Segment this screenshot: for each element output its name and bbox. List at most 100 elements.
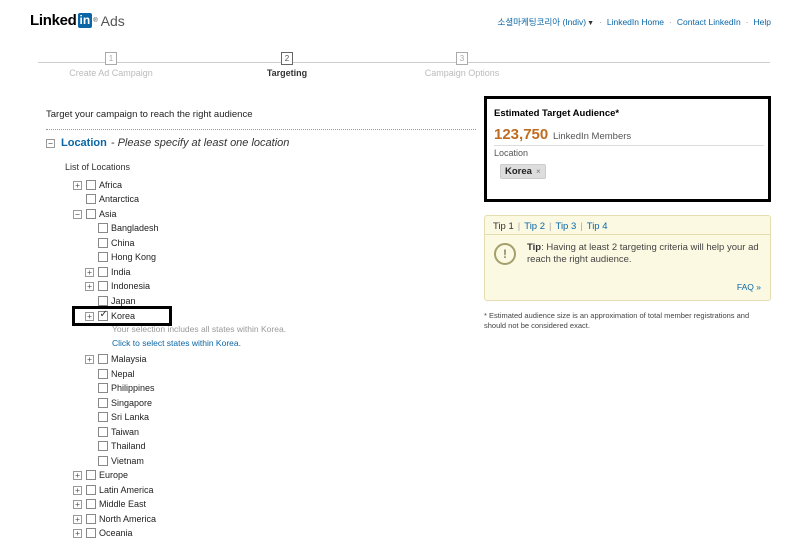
linkedin-ads-logo[interactable]: Linked in ® Ads [30, 12, 125, 29]
tab-separator: | [517, 221, 521, 232]
location-china[interactable]: China [98, 237, 135, 249]
nav-separator: · [745, 17, 749, 27]
location-section-header: − Location - Please specify at least one… [46, 137, 289, 149]
expand-toggle-icon[interactable]: + [73, 528, 82, 538]
tab-tip-2[interactable]: Tip 2 [524, 221, 545, 232]
collapse-toggle-icon[interactable]: − [73, 209, 82, 219]
logo-registered-mark: ® [93, 17, 98, 24]
contact-linkedin-link[interactable]: Contact LinkedIn [677, 17, 741, 27]
location-africa[interactable]: + Africa [73, 179, 122, 191]
tab-separator: | [580, 221, 583, 232]
checkbox[interactable] [86, 209, 96, 219]
location-label: Thailand [111, 441, 146, 451]
expand-toggle-icon[interactable]: + [85, 267, 94, 277]
expand-toggle-icon[interactable]: + [73, 470, 82, 480]
location-label: Singapore [111, 398, 153, 408]
checkbox[interactable] [86, 180, 96, 190]
expand-toggle-icon[interactable]: + [73, 499, 82, 509]
location-nepal[interactable]: Nepal [98, 368, 135, 380]
expand-toggle-icon[interactable]: + [85, 354, 94, 364]
faq-link[interactable]: FAQ » [737, 282, 761, 292]
checkbox[interactable] [98, 267, 108, 277]
location-singapore[interactable]: Singapore [98, 397, 152, 409]
location-philippines[interactable]: Philippines [98, 382, 155, 394]
checkbox[interactable] [98, 456, 108, 466]
checkbox[interactable] [98, 238, 108, 248]
location-latin-america[interactable]: + Latin America [73, 484, 154, 496]
step-number: 3 [456, 52, 468, 65]
location-label: Hong Kong [111, 252, 157, 262]
chip-label: Korea [505, 166, 532, 177]
location-asia[interactable]: − Asia [73, 208, 117, 220]
checkbox[interactable] [98, 296, 108, 306]
location-vietnam[interactable]: Vietnam [98, 455, 144, 467]
location-label: Sri Lanka [111, 412, 150, 422]
estimate-title: Estimated Target Audience* [494, 108, 620, 119]
members-label: LinkedIn Members [553, 131, 632, 142]
select-states-link[interactable]: Click to select states within Korea. [112, 338, 241, 348]
help-link[interactable]: Help [754, 17, 771, 27]
checkbox[interactable] [98, 354, 108, 364]
step-label: Targeting [266, 68, 308, 78]
account-menu[interactable]: 소셜마케팅코리아 (Indiv)▼ [498, 16, 594, 28]
location-label: Japan [111, 296, 136, 306]
checkbox[interactable] [98, 281, 108, 291]
tab-tip-1[interactable]: Tip 1 [493, 221, 514, 232]
location-antarctica[interactable]: Antarctica [86, 193, 139, 205]
checkbox[interactable] [98, 441, 108, 451]
checkbox[interactable] [86, 499, 96, 509]
location-label: Europe [99, 470, 129, 480]
location-oceania[interactable]: + Oceania [73, 527, 133, 539]
location-label: Bangladesh [111, 223, 159, 233]
step-targeting: 2 Targeting [227, 52, 347, 78]
location-label: Middle East [99, 499, 147, 509]
expand-toggle-icon[interactable]: + [73, 514, 82, 524]
estimate-disclaimer: * Estimated audience size is an approxim… [484, 311, 750, 330]
audience-count: 123,750 [494, 126, 549, 143]
section-divider [46, 129, 476, 130]
logo-ads-text: Ads [100, 12, 125, 29]
tab-tip-3[interactable]: Tip 3 [556, 221, 577, 232]
nav-separator: · [669, 17, 672, 27]
location-north-america[interactable]: + North America [73, 513, 156, 525]
location-bangladesh[interactable]: Bangladesh [98, 222, 159, 234]
location-label: China [111, 238, 135, 248]
location-malaysia[interactable]: + Malaysia [85, 353, 147, 365]
checkbox[interactable] [86, 485, 96, 495]
checkbox[interactable] [98, 412, 108, 422]
checkbox[interactable] [86, 470, 96, 480]
checkbox[interactable] [98, 427, 108, 437]
checkbox[interactable] [98, 252, 108, 262]
checkbox[interactable] [98, 369, 108, 379]
checkbox[interactable] [86, 194, 96, 204]
close-icon[interactable]: × [536, 167, 541, 176]
checkbox[interactable] [86, 514, 96, 524]
linkedin-home-link[interactable]: LinkedIn Home [607, 17, 664, 27]
location-hong-kong[interactable]: Hong Kong [98, 251, 156, 263]
location-taiwan[interactable]: Taiwan [98, 426, 139, 438]
location-europe[interactable]: + Europe [73, 469, 129, 481]
location-middle-east[interactable]: + Middle East [73, 498, 147, 510]
checkbox[interactable] [86, 528, 96, 538]
location-thailand[interactable]: Thailand [98, 440, 146, 452]
collapse-toggle-icon[interactable]: − [46, 138, 55, 148]
step-label: Campaign Options [424, 68, 500, 78]
location-title: Location [61, 137, 107, 149]
expand-toggle-icon[interactable]: + [73, 485, 82, 495]
location-indonesia[interactable]: + Indonesia [85, 280, 150, 292]
expand-toggle-icon[interactable]: + [85, 281, 94, 291]
tab-tip-4[interactable]: Tip 4 [587, 221, 608, 232]
nav-separator: · [599, 17, 602, 27]
estimate-divider [494, 145, 764, 146]
location-sri-lanka[interactable]: Sri Lanka [98, 411, 149, 423]
account-name: 소셜마케팅코리아 (Indiv) [497, 17, 587, 27]
checkbox[interactable] [98, 398, 108, 408]
tab-separator: | [549, 221, 552, 232]
location-india[interactable]: + India [85, 266, 131, 278]
checkbox[interactable] [98, 223, 108, 233]
expand-toggle-icon[interactable]: + [73, 180, 82, 190]
location-label: Oceania [99, 528, 133, 538]
location-label: Malaysia [111, 354, 147, 364]
highlight-box-korea [72, 306, 172, 326]
checkbox[interactable] [98, 383, 108, 393]
